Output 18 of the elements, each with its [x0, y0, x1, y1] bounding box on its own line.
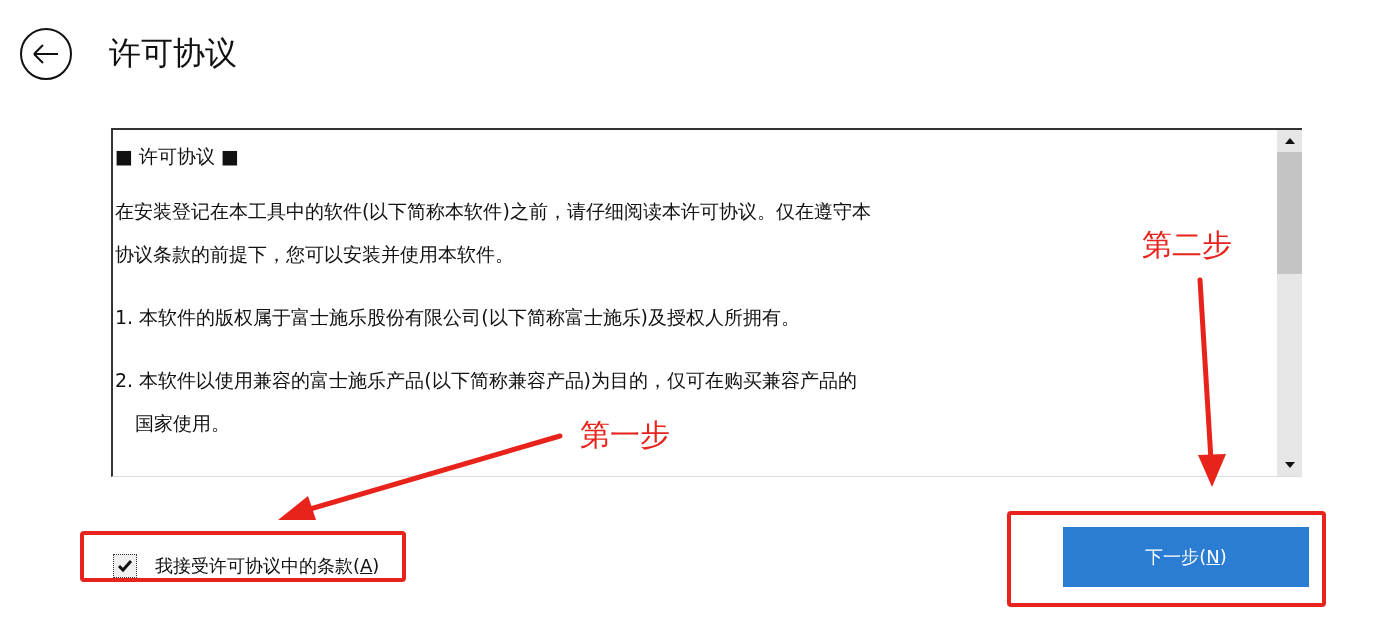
agreement-text-line: 在安装登记在本工具中的软件(以下简称本软件)之前，请仔细阅读本许可协议。仅在遵守本 [115, 199, 871, 224]
agreement-text-line: 2. 本软件以使用兼容的富士施乐产品(以下简称兼容产品)为目的，仅可在购买兼容产品的 [115, 368, 857, 393]
next-button[interactable]: 下一步(N) [1063, 527, 1309, 587]
scroll-up-icon[interactable] [1284, 138, 1295, 144]
agreement-text-line: 协议条款的前提下，您可以安装并使用本软件。 [115, 242, 514, 267]
agreement-heading: ■ 许可协议 ■ [115, 144, 240, 169]
agreement-text-line: 1. 本软件的版权属于富士施乐股份有限公司(以下简称富士施乐)及授权人所拥有。 [115, 305, 800, 330]
scrollbar[interactable] [1277, 130, 1302, 476]
page-title: 许可协议 [109, 33, 237, 74]
step-label: 第二步 [1142, 226, 1232, 264]
step-label: 第一步 [580, 416, 670, 454]
scroll-down-icon[interactable] [1284, 462, 1295, 468]
back-icon[interactable] [19, 27, 73, 81]
accept-checkbox[interactable] [113, 554, 137, 578]
scroll-thumb[interactable] [1277, 152, 1302, 274]
accept-label[interactable]: 我接受许可协议中的条款(A) [155, 554, 380, 578]
agreement-text-line: 国家使用。 [135, 411, 230, 436]
check-icon [117, 559, 133, 573]
